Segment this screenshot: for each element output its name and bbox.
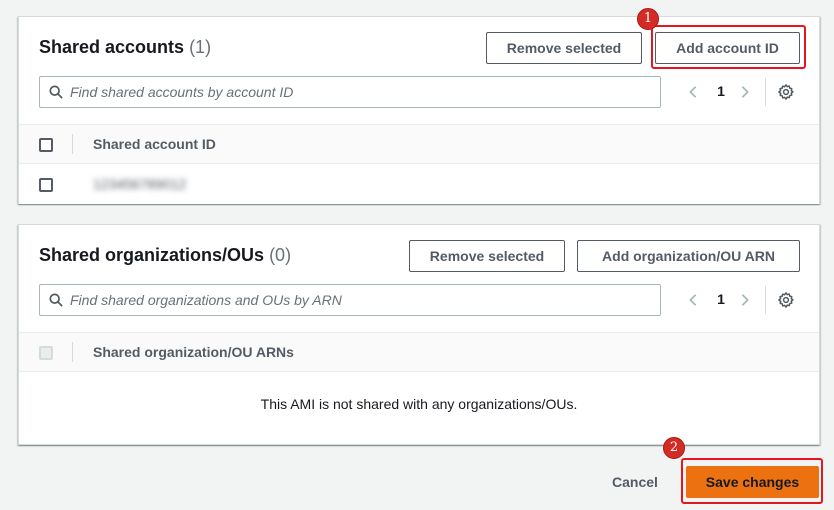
shared-accounts-title: Shared accounts (1) (39, 37, 211, 58)
step-badge-2: 2 (663, 437, 685, 459)
chevron-right-icon[interactable] (738, 293, 752, 307)
column-separator (72, 342, 73, 362)
page-number[interactable]: 1 (713, 291, 729, 307)
shared-accounts-table-header: Shared account ID (19, 124, 819, 164)
shared-orgs-pagination: 1 (683, 284, 759, 316)
remove-selected-orgs-button[interactable]: Remove selected (409, 240, 565, 272)
chevron-left-icon[interactable] (686, 85, 700, 99)
shared-accounts-panel: Shared accounts (1) Remove selected Add … (18, 16, 820, 204)
add-organization-ou-arn-button[interactable]: Add organization/OU ARN (577, 240, 800, 272)
shared-orgs-title-text: Shared organizations/OUs (39, 245, 265, 265)
table-row: 123456789012 (19, 164, 819, 204)
step-badge-1: 1 (637, 8, 659, 30)
add-account-id-button[interactable]: Add account ID (655, 32, 800, 64)
empty-state-message: This AMI is not shared with any organiza… (260, 396, 578, 412)
gear-icon[interactable] (777, 291, 795, 309)
chevron-right-icon[interactable] (738, 85, 752, 99)
column-header-shared-account-id[interactable]: Shared account ID (93, 136, 216, 152)
select-all-checkbox (39, 346, 53, 360)
gear-icon[interactable] (777, 83, 795, 101)
account-id-cell: 123456789012 (93, 176, 187, 192)
shared-accounts-search-input[interactable] (70, 77, 655, 107)
cancel-button[interactable]: Cancel (596, 466, 674, 498)
shared-orgs-table-header: Shared organization/OU ARNs (19, 332, 819, 372)
column-header-shared-org-arns[interactable]: Shared organization/OU ARNs (93, 344, 294, 360)
shared-orgs-count: (0) (269, 245, 292, 265)
shared-orgs-panel: Shared organizations/OUs (0) Remove sele… (18, 224, 820, 445)
row-checkbox[interactable] (39, 178, 53, 192)
shared-orgs-search[interactable] (39, 284, 661, 316)
search-icon (49, 293, 63, 307)
search-icon (49, 85, 63, 99)
shared-orgs-title: Shared organizations/OUs (0) (39, 245, 291, 266)
column-separator (72, 134, 73, 154)
select-all-checkbox[interactable] (39, 138, 53, 152)
remove-selected-accounts-button[interactable]: Remove selected (486, 32, 642, 64)
shared-orgs-search-input[interactable] (70, 285, 655, 315)
chevron-left-icon[interactable] (686, 293, 700, 307)
page-number[interactable]: 1 (713, 83, 729, 99)
toolbar-divider (765, 78, 766, 106)
toolbar-divider (765, 286, 766, 314)
shared-accounts-pagination: 1 (683, 76, 759, 108)
shared-accounts-count: (1) (189, 37, 212, 57)
save-changes-button[interactable]: Save changes (686, 466, 819, 498)
shared-accounts-title-text: Shared accounts (39, 37, 185, 57)
shared-accounts-search[interactable] (39, 76, 661, 108)
